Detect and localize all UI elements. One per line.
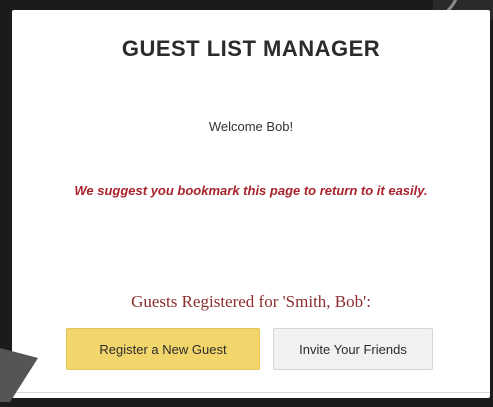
welcome-message: Welcome Bob! — [208, 119, 294, 134]
invite-friends-button[interactable]: Invite Your Friends — [273, 328, 433, 370]
divider — [12, 392, 490, 393]
guests-registered-heading: Guests Registered for 'Smith, Bob': — [131, 292, 371, 311]
screen-frame: GUEST LIST MANAGER Welcome Bob! We sugge… — [0, 0, 493, 407]
bookmark-notice: We suggest you bookmark this page to ret… — [74, 183, 428, 198]
page-title: GUEST LIST MANAGER — [121, 36, 381, 61]
mouse-cursor-icon — [0, 348, 38, 402]
register-button-label: Register a New Guest — [99, 341, 227, 357]
page-content: GUEST LIST MANAGER Welcome Bob! We sugge… — [12, 10, 490, 398]
register-new-guest-button[interactable]: Register a New Guest — [66, 328, 260, 370]
invite-button-label: Invite Your Friends — [299, 341, 407, 357]
